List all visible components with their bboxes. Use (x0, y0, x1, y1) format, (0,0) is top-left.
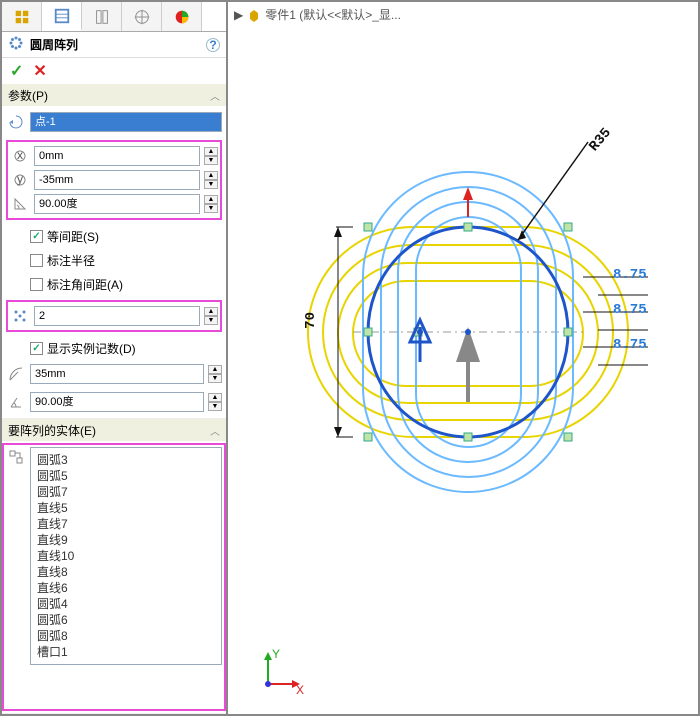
tab-config[interactable] (82, 2, 122, 31)
tab-feature[interactable] (2, 2, 42, 31)
breadcrumb[interactable]: ▶ 零件1 (默认<<默认>_显... (234, 6, 401, 23)
center-x-field[interactable]: 0mm (34, 146, 200, 166)
cancel-button[interactable]: ✕ (33, 61, 46, 81)
part-icon (247, 8, 261, 22)
dim-70[interactable]: 70 (303, 312, 319, 329)
list-item[interactable]: 直线7 (37, 516, 215, 532)
arc-angle-spinner[interactable]: ▲▼ (208, 393, 222, 411)
tab-appearance[interactable] (162, 2, 202, 31)
arrow-center-grey (456, 327, 480, 402)
ok-cancel-bar: ✓ ✕ (2, 58, 226, 84)
dim-875-1[interactable]: 8.75 (613, 267, 647, 283)
list-item[interactable]: 圆弧8 (37, 628, 215, 644)
section-parameters-header[interactable]: 参数(P) ︿ (2, 84, 226, 106)
angle-icon (10, 196, 30, 212)
sketch-view (228, 2, 698, 718)
graphics-area[interactable]: ▶ 零件1 (默认<<默认>_显... (228, 2, 698, 714)
center-x-spinner[interactable]: ▲▼ (204, 147, 218, 165)
arc-angle-field[interactable]: 90.00度 (30, 392, 204, 412)
list-item[interactable]: 直线9 (37, 532, 215, 548)
entities-listbox[interactable]: 圆弧3圆弧5圆弧7直线5直线7直线9直线10直线8直线6圆弧4圆弧6圆弧8槽口1 (30, 447, 222, 665)
angle-spinner[interactable]: ▲▼ (204, 195, 218, 213)
equal-spacing-check[interactable]: ✓等间距(S) (6, 226, 222, 246)
center-y-spinner[interactable]: ▲▼ (204, 171, 218, 189)
center-point-field[interactable]: 点-1 (30, 112, 222, 132)
center-x-icon: x (10, 148, 30, 164)
radius-field[interactable]: 35mm (30, 364, 204, 384)
view-triad[interactable]: Y X (258, 644, 308, 694)
entities-icon (6, 447, 26, 465)
chevron-right-icon: ▶ (234, 8, 243, 22)
angle-field[interactable]: 90.00度 (34, 194, 200, 214)
property-tabbar (2, 2, 226, 32)
list-item[interactable]: 直线5 (37, 500, 215, 516)
instances-field[interactable]: 2 (34, 306, 200, 326)
arrow-center-blue (410, 320, 430, 362)
highlight-entities: 圆弧3圆弧5圆弧7直线5直线7直线9直线10直线8直线6圆弧4圆弧6圆弧8槽口1 (2, 443, 226, 711)
list-item[interactable]: 直线10 (37, 548, 215, 564)
arc-angle-icon (6, 394, 26, 410)
svg-text:X: X (296, 683, 304, 694)
dim-angle-check[interactable]: 标注角间距(A) (6, 274, 222, 294)
radius-spinner[interactable]: ▲▼ (208, 365, 222, 383)
chevron-up-icon: ︿ (210, 423, 220, 438)
ok-button[interactable]: ✓ (10, 61, 23, 81)
svg-text:x: x (17, 148, 23, 162)
list-item[interactable]: 圆弧7 (37, 484, 215, 500)
show-count-check[interactable]: ✓显示实例记数(D) (6, 338, 222, 358)
list-item[interactable]: 直线8 (37, 564, 215, 580)
list-item[interactable]: 槽口1 (37, 644, 215, 660)
dim-875-3[interactable]: 8.75 (613, 337, 647, 353)
feature-titlebar: 圆周阵列 ? (2, 32, 226, 58)
help-icon[interactable]: ? (206, 38, 220, 52)
dim-radius-check[interactable]: 标注半径 (6, 250, 222, 270)
list-item[interactable]: 圆弧4 (37, 596, 215, 612)
list-item[interactable]: 直线6 (37, 580, 215, 596)
svg-text:y: y (17, 172, 23, 186)
feature-title: 圆周阵列 (30, 36, 78, 53)
highlight-instances: 2 ▲▼ (6, 300, 222, 332)
radius-icon (6, 366, 26, 382)
tab-dimxpert[interactable] (122, 2, 162, 31)
list-item[interactable]: 圆弧5 (37, 468, 215, 484)
highlight-coords-angle: x 0mm ▲▼ y -35mm ▲▼ 90.00度 ▲▼ (6, 140, 222, 220)
svg-text:Y: Y (272, 647, 280, 661)
circpattern-icon (8, 35, 24, 54)
tab-property-manager[interactable] (42, 2, 82, 31)
instances-icon (10, 308, 30, 324)
instances-spinner[interactable]: ▲▼ (204, 307, 218, 325)
list-item[interactable]: 圆弧6 (37, 612, 215, 628)
section-entities-header[interactable]: 要阵列的实体(E) ︿ (2, 419, 226, 441)
center-icon (6, 114, 26, 130)
center-y-field[interactable]: -35mm (34, 170, 200, 190)
center-y-icon: y (10, 172, 30, 188)
list-item[interactable]: 圆弧3 (37, 452, 215, 468)
dim-875-2[interactable]: 8.75 (613, 302, 647, 318)
chevron-up-icon: ︿ (210, 88, 220, 103)
